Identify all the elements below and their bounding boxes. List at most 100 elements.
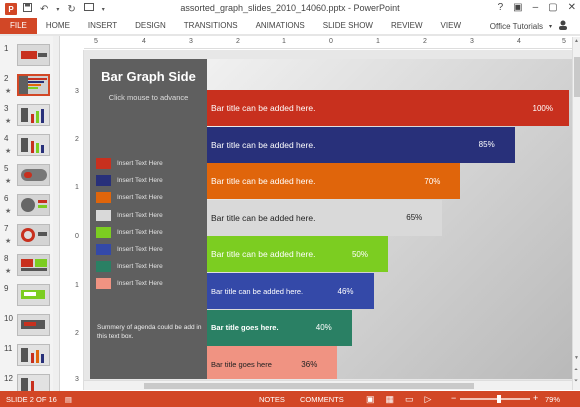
customize-toolbar-icon[interactable]: ▾ <box>102 6 105 13</box>
thumbnail-image[interactable] <box>17 284 50 306</box>
tab-slide-show[interactable]: SLIDE SHOW <box>314 18 382 34</box>
slide[interactable]: Bar Graph Side Click mouse to advance In… <box>90 59 572 379</box>
quick-access-toolbar: ↶ ▾ ↻ ▾ <box>23 3 105 15</box>
ruler-tick-label: 2 <box>75 330 79 337</box>
previous-slide-icon[interactable]: ⏶ <box>574 367 578 373</box>
legend-label[interactable]: Insert Text Here <box>117 194 163 201</box>
thumbnail-number: 7 <box>4 224 9 233</box>
reading-view-icon[interactable]: ▭ <box>405 394 414 405</box>
bar[interactable]: Bar title goes here 36% <box>207 346 338 379</box>
horizontal-scrollbar[interactable] <box>84 380 572 390</box>
minimize-icon[interactable]: – <box>533 2 539 13</box>
thumbnail-slide-8[interactable]: 8 ★ <box>0 252 59 280</box>
legend-label[interactable]: Insert Text Here <box>117 160 163 167</box>
thumbnail-slide-1[interactable]: 1 <box>0 42 59 70</box>
bar[interactable]: Bar title can be added here. 100% <box>207 90 569 126</box>
thumbnail-image[interactable] <box>17 104 50 126</box>
thumbnail-scrollbar[interactable] <box>53 36 59 391</box>
maximize-icon[interactable]: ▢ <box>548 2 557 13</box>
scrollbar-thumb[interactable] <box>574 57 580 97</box>
tab-transitions[interactable]: TRANSITIONS <box>175 18 247 34</box>
slide-side-panel: Bar Graph Side Click mouse to advance In… <box>90 59 207 379</box>
thumbnail-image-selected[interactable] <box>17 74 50 96</box>
slide-title[interactable]: Bar Graph Side <box>90 69 207 84</box>
zoom-slider[interactable] <box>460 398 530 400</box>
zoom-out-icon[interactable]: − <box>451 393 456 403</box>
tab-review[interactable]: REVIEW <box>382 18 432 34</box>
slide-subtitle[interactable]: Click mouse to advance <box>90 93 207 102</box>
bar[interactable]: Bar title can be added here. 50% <box>207 236 388 273</box>
spell-check-icon[interactable]: ▤ <box>65 395 72 404</box>
legend-label[interactable]: Insert Text Here <box>117 246 163 253</box>
thumbnail-slide-11[interactable]: 11 <box>0 342 59 370</box>
bar[interactable]: Bar title can be added here. 65% <box>207 199 443 236</box>
thumbnail-slide-3[interactable]: 3 ★ <box>0 102 59 130</box>
thumbnail-image[interactable] <box>17 254 50 276</box>
zoom-in-icon[interactable]: + <box>533 393 538 403</box>
ribbon-display-icon[interactable]: ▣ <box>513 2 522 13</box>
account-name[interactable]: Office Tutorials <box>490 22 543 31</box>
thumbnail-image[interactable] <box>17 224 50 246</box>
avatar[interactable] <box>558 20 568 32</box>
thumbnail-image[interactable] <box>17 344 50 366</box>
thumbnail-image[interactable] <box>17 314 50 336</box>
redo-icon[interactable]: ↻ <box>67 4 75 15</box>
thumbnail-number: 5 <box>4 164 9 173</box>
thumbnail-image[interactable] <box>17 164 50 186</box>
zoom-slider-handle[interactable] <box>497 395 501 403</box>
thumbnail-slide-9[interactable]: 9 <box>0 282 59 310</box>
scrollbar-thumb[interactable] <box>144 383 474 389</box>
thumbnail-slide-6[interactable]: 6 ★ <box>0 192 59 220</box>
next-slide-icon[interactable]: ⏷ <box>574 378 578 384</box>
thumbnail-slide-4[interactable]: 4 ★ <box>0 132 59 160</box>
close-icon[interactable]: ✕ <box>568 2 576 13</box>
tab-home[interactable]: HOME <box>37 18 79 34</box>
ruler-tick-label: 3 <box>470 38 474 45</box>
tab-file[interactable]: FILE <box>0 18 37 34</box>
legend-label[interactable]: Insert Text Here <box>117 280 163 287</box>
legend-label[interactable]: Insert Text Here <box>117 177 163 184</box>
tab-insert[interactable]: INSERT <box>79 18 126 34</box>
slide-show-icon[interactable]: ▷ <box>425 394 432 405</box>
thumbnail-image[interactable] <box>17 374 50 391</box>
bar[interactable]: Bar title can be added here. 46% <box>207 273 374 309</box>
tab-animations[interactable]: ANIMATIONS <box>247 18 314 34</box>
slide-sorter-icon[interactable]: ▦ <box>386 394 395 405</box>
thumbnail-slide-5[interactable]: 5 ★ <box>0 162 59 190</box>
thumbnail-image[interactable] <box>17 194 50 216</box>
thumbnail-slide-7[interactable]: 7 ★ <box>0 222 59 250</box>
start-from-beginning-icon[interactable] <box>83 3 94 15</box>
tab-view[interactable]: VIEW <box>432 18 470 34</box>
thumbnail-slide-2[interactable]: 2 ★ <box>0 72 59 100</box>
legend-label[interactable]: Insert Text Here <box>117 212 163 219</box>
save-icon[interactable] <box>23 3 32 15</box>
notes-button[interactable]: NOTES <box>259 395 285 404</box>
scroll-up-icon[interactable]: ▲ <box>574 38 579 44</box>
bar[interactable]: Bar title goes here. 40% <box>207 309 352 346</box>
scroll-down-icon[interactable]: ▼ <box>574 355 579 361</box>
ruler-tick-label: 1 <box>75 184 79 191</box>
ruler-tick-label: 1 <box>376 38 380 45</box>
bar[interactable]: Bar title can be added here. 85% <box>207 126 515 163</box>
summary-textbox[interactable]: Summery of agenda could be add in this t… <box>97 323 203 341</box>
account-area[interactable]: Office Tutorials ▾ <box>490 20 568 32</box>
bar[interactable]: Bar title can be added here. 70% <box>207 163 461 200</box>
window-controls: ? ▣ – ▢ ✕ <box>498 2 576 13</box>
zoom-level[interactable]: 79% <box>545 395 560 404</box>
legend-label[interactable]: Insert Text Here <box>117 229 163 236</box>
normal-view-icon[interactable]: ▣ <box>366 394 375 405</box>
thumbnail-slide-12[interactable]: 12 <box>0 372 59 391</box>
bar-value-label: 65% <box>406 213 423 223</box>
tab-design[interactable]: DESIGN <box>126 18 175 34</box>
undo-dropdown-icon[interactable]: ▾ <box>56 6 59 13</box>
undo-icon[interactable]: ↶ <box>40 4 48 15</box>
vertical-scrollbar[interactable]: ▲ ▼ ⏶ ⏷ <box>572 37 580 390</box>
legend-swatch <box>96 261 111 273</box>
help-icon[interactable]: ? <box>498 2 504 13</box>
comments-button[interactable]: COMMENTS <box>300 395 344 404</box>
thumbnail-slide-10[interactable]: 10 <box>0 312 59 340</box>
thumbnail-image[interactable] <box>17 44 50 66</box>
chevron-down-icon[interactable]: ▾ <box>549 23 552 30</box>
legend-label[interactable]: Insert Text Here <box>117 263 163 270</box>
thumbnail-image[interactable] <box>17 134 50 156</box>
